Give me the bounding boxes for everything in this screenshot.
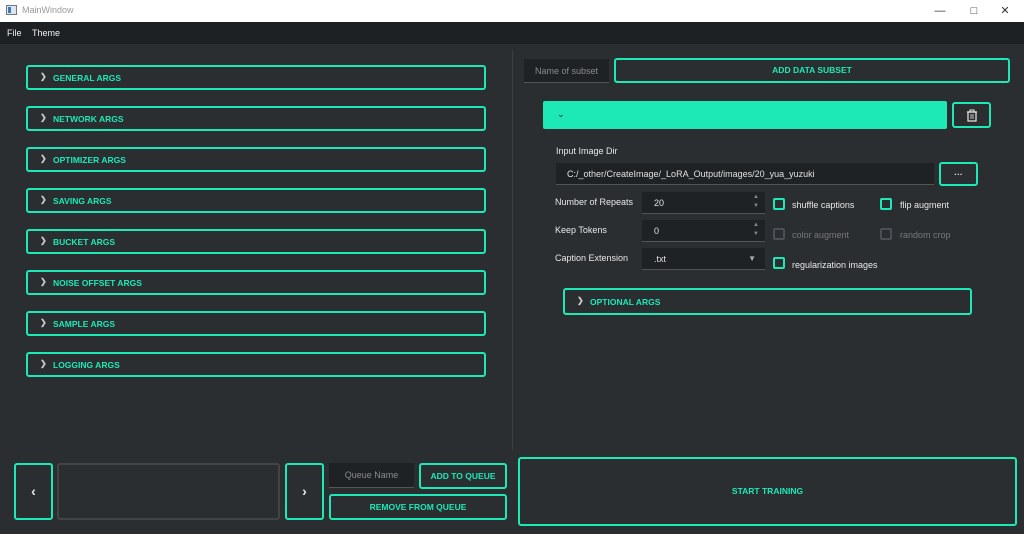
chevron-down-icon: ▼ bbox=[748, 254, 756, 263]
regularization-images-checkbox[interactable] bbox=[773, 257, 785, 269]
panel-divider bbox=[512, 50, 513, 450]
color-augment-checkbox bbox=[773, 228, 785, 240]
close-button[interactable]: ✕ bbox=[988, 0, 1022, 22]
random-crop-label: random crop bbox=[900, 230, 951, 240]
add-data-subset-button[interactable]: ADD DATA SUBSET bbox=[614, 58, 1010, 83]
keep-tokens-label: Keep Tokens bbox=[555, 225, 607, 235]
spinbox-arrows-icon[interactable]: ▲ ▼ bbox=[753, 221, 759, 239]
input-image-dir-label: Input Image Dir bbox=[556, 146, 618, 156]
chevron-right-icon: ❯ bbox=[40, 72, 47, 81]
subset-header-toggle[interactable]: ⌄ bbox=[543, 101, 947, 129]
num-repeats-spinbox[interactable]: 20 ▲ ▼ bbox=[642, 192, 765, 214]
shuffle-captions-checkbox[interactable] bbox=[773, 198, 785, 210]
regularization-images-label: regularization images bbox=[792, 260, 878, 270]
menu-file[interactable]: File bbox=[7, 28, 22, 38]
minimize-button[interactable]: — bbox=[923, 0, 957, 22]
num-repeats-label: Number of Repeats bbox=[555, 197, 634, 207]
chevron-right-icon: ❯ bbox=[40, 195, 47, 204]
maximize-button[interactable]: □ bbox=[957, 0, 991, 22]
logging-args-toggle[interactable]: ❯ LOGGING ARGS bbox=[26, 352, 486, 377]
chevron-right-icon: ❯ bbox=[577, 296, 584, 305]
chevron-down-icon: ⌄ bbox=[557, 109, 565, 119]
saving-args-toggle[interactable]: ❯ SAVING ARGS bbox=[26, 188, 486, 213]
caption-extension-select[interactable]: .txt ▼ bbox=[642, 248, 765, 270]
general-args-toggle[interactable]: ❯ GENERAL ARGS bbox=[26, 65, 486, 90]
chevron-right-icon: ❯ bbox=[40, 154, 47, 163]
subset-name-input[interactable]: Name of subset bbox=[524, 59, 609, 83]
chevron-right-icon: ❯ bbox=[40, 113, 47, 122]
queue-name-input[interactable]: Queue Name bbox=[329, 463, 414, 488]
random-crop-checkbox bbox=[880, 228, 892, 240]
caption-extension-label: Caption Extension bbox=[555, 253, 629, 263]
flip-augment-label: flip augment bbox=[900, 200, 950, 210]
chevron-right-icon: ❯ bbox=[40, 359, 47, 368]
queue-next-button[interactable]: › bbox=[285, 463, 324, 520]
delete-subset-button[interactable] bbox=[952, 102, 991, 128]
chevron-right-icon: ❯ bbox=[40, 277, 47, 286]
sample-args-toggle[interactable]: ❯ SAMPLE ARGS bbox=[26, 311, 486, 336]
chevron-right-icon: ❯ bbox=[40, 236, 47, 245]
bucket-args-toggle[interactable]: ❯ BUCKET ARGS bbox=[26, 229, 486, 254]
window-title: MainWindow bbox=[22, 5, 74, 15]
trash-icon bbox=[967, 109, 977, 122]
flip-augment-checkbox[interactable] bbox=[880, 198, 892, 210]
menu-theme[interactable]: Theme bbox=[32, 28, 60, 38]
noise-offset-args-toggle[interactable]: ❯ NOISE OFFSET ARGS bbox=[26, 270, 486, 295]
browse-dir-button[interactable]: ··· bbox=[939, 162, 978, 186]
queue-prev-button[interactable]: ‹ bbox=[14, 463, 53, 520]
optimizer-args-toggle[interactable]: ❯ OPTIMIZER ARGS bbox=[26, 147, 486, 172]
menu-bar: File Theme bbox=[0, 22, 1024, 44]
title-bar: MainWindow — □ ✕ bbox=[0, 0, 1024, 22]
app-icon bbox=[6, 5, 17, 15]
start-training-button[interactable]: START TRAINING bbox=[518, 457, 1017, 526]
keep-tokens-spinbox[interactable]: 0 ▲ ▼ bbox=[642, 220, 765, 242]
remove-from-queue-button[interactable]: REMOVE FROM QUEUE bbox=[329, 494, 507, 520]
add-to-queue-button[interactable]: ADD TO QUEUE bbox=[419, 463, 507, 489]
network-args-toggle[interactable]: ❯ NETWORK ARGS bbox=[26, 106, 486, 131]
color-augment-label: color augment bbox=[792, 230, 850, 240]
chevron-right-icon: ❯ bbox=[40, 318, 47, 327]
optional-args-toggle[interactable]: ❯ OPTIONAL ARGS bbox=[563, 288, 972, 315]
shuffle-captions-label: shuffle captions bbox=[792, 200, 855, 210]
input-image-dir-field[interactable]: C:/_other/CreateImage/_LoRA_Output/image… bbox=[556, 163, 934, 185]
queue-list[interactable] bbox=[57, 463, 280, 520]
spinbox-arrows-icon[interactable]: ▲ ▼ bbox=[753, 193, 759, 211]
